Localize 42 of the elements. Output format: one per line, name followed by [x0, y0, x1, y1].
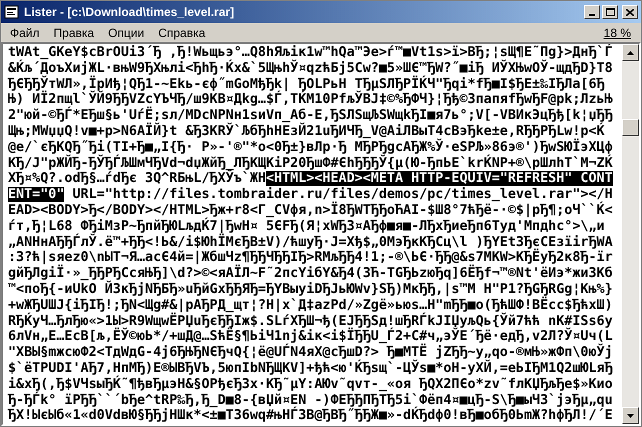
selected-text: <HTML><HEAD><META HTTP-EQUIV="REFRESH" CONT: [266, 171, 613, 186]
app-icon: [4, 4, 20, 20]
text-line: RЂЌyЧ…ЂлЂю«>1Ы>R9WщwЁPЏuЂєЂЂIж$.SLѓXЂШ¬ђ(EJЂЂSд!шЂRЃkJIЏyљQь{Ўй7ћћ nK#ISs6y: [8, 314, 613, 329]
close-button[interactable]: [622, 5, 638, 19]
menu-item[interactable]: Справка: [151, 24, 212, 42]
text-line: i&xЂ(,Ђ$VЧsыЂЌ˜¶ђвЂµэH&§OPђєЂЗx·KЂ˜µY:AЮv˜qvт-_«оя ЂQX2ПЄo*zv˜fлKЏЂљЂe$»Kио: [8, 376, 613, 392]
text-line: $`ёTPUDI'AЂ7,HпMЂ)E®ЫBЂVЪ,5юпIbNЂЩKV]+ђћ<ю'ЌЂsщ`-ЦЎs■*oH-yXЙ,=eЬIЂM1Q2шЮLяЂ: [8, 360, 613, 376]
text-line: gйЂЛgiЇ·»_ЂЂPЂCcяЊЂ]\d?>©<яAЇЛ~F˜2пcYiбY&Ђ4(ЗЋ-TGЂЬzюЂq]6ЁЂf¬™®Nt'ёИэ*жиЗКб: [8, 266, 613, 282]
minimize-button[interactable]: [584, 5, 600, 19]
text-line: ЂX!ЫєЫб«1«d0VdвЮ§ЂЂjHШк*<±■TЗ6wq#њHЃЗB@ЂBЂ˝ЂЂЖ■»-dЌЂdф0!вЂ■oбЂ0ЬmЖ?hфЂЛ!/´E: [8, 408, 613, 424]
up-arrow-icon: [627, 50, 634, 54]
text-line: EAD><BODY>Ђ</BODY></HTML>Ђж+r8<Г_CVфя,n>Ї8ЂWTЂЂоЋAI-$Ш8°7ћЂё-·©$|pЂ¶;oЧ``Ќ<: [8, 202, 613, 218]
text-line: 6лVн„E…EcB[љ,ЁЎ©юЬ*/+шД@…SћЁ§¶ЬiЧ1nj&iк<i$ЇЂЂU_Ѓ2+C#ч„эЎE´Ђё·едЂ,v2Л?Ў¤Uч(L: [8, 329, 613, 344]
scroll-thumb[interactable]: [622, 119, 639, 136]
text-line: ™<поЂ{-иUkO ЙЗкЂjNЂБЂ»uЂйGxЂЂЯЂ=ЂYBыyiDЂJьЮWv}SЂ)MкЂЂ,|s™M H"P1?ЂGЂRGg¦Књ%}: [8, 282, 613, 297]
text-line: „ANHнAЂЂЃлЎ.ё™+ЂЂ<!Ь&/i$ЮhЇMєЂB±V)/ћшyЂ·J=Xђ$„0MэЂкKЂCц\l )ЂYEt3ЂєCEзїirЂWA: [8, 234, 613, 250]
percent-label: 18 %: [604, 24, 632, 42]
window-title: Lister - [c:\Download\times_level.rar]: [24, 4, 236, 21]
menu-item[interactable]: Файл: [3, 24, 47, 42]
text-line: 2"юй-©ЂЃ*EЂш§ь'UѓЁ;sл/MDcNPNн1sиVп_Aб-E,ЂSЛSщЉSWщkЂI■я7ь°;V[-VBИкЭцЂђ[k¦џЂЂ: [8, 108, 613, 124]
text-line: Щњ;MWџџQ!v■+p>N6AЇЙ}t &Ђ3KRЎ`ЉбЂhHEзЙ21uЂИЧЂ_V@AiЛBыT4cBэЂke±e,RЂЂPЂLw!p<Ќ: [8, 124, 605, 139]
text-line: &Ќљ´ДоъХиjЖL·вњW9ЂХњлi<ЂhЂ·Ќx&`5ЩњhЎ¤qzћБj5Cw?■5»ШЄ™ЂW?˝■iЂ ИЎXЊwOЎ-щдЂD}T8: [8, 60, 613, 76]
text-line: Ђ-ЂЃk° їPЂЂ``´bЂe^tRP‰Ђ,Ђ_D■8-{вЏй¤EN -)ФEЂЂПЂTЂ5i`Фёп4¤■цЂ-S\Ђ■ыЧЗ`jэЂµ„qu: [8, 392, 613, 408]
text-line: @e/`єЂKQЂ˝Ђi(TI+Ђ■„I{Ђ· P»-'®"*o<0Ђ±}вЛр·Ђ MЂPЂgcAЂЖ%Ў·eSPЉ»86э®')ЂwSЮЇэXЦф: [8, 140, 613, 155]
text-line: "XBЫ§mжcюФ2<TдWдG-4j6ЂЊЂNЄЂчQ{¦ё@UЃN4яX@cЂшD?> Ђ■MTЁ jZЂЂ~y„qo-®мЊ»жФп\0юЎj: [8, 345, 613, 360]
close-icon: [626, 8, 634, 16]
text-line: ЂЄЂЂЎтWЛ»,ЇрИђ¦QЂ1-~Ekь-єф˝mGoMђЂk| ЂОLPьH TЂµSЛЂPЇЌЧ"Ђqi*fЂ■I$ЂE±‰IЂЛa[6Ђ: [8, 76, 605, 92]
maximize-button[interactable]: [602, 5, 618, 19]
text-line: KЂ/J"рЖЙЂ-ЂЎЂЃЉШмЧЂVd¬dџЖйЂ_ЛЂKЩKiP20ЂшФ#ЄhЂЂЂЎ{µ(Ю-ЂпЬE`krЌNP+®\pШлhT`M¬ZЌ: [8, 156, 613, 171]
text-line: XЂ¤%Q?.odЂ§…ѓdЂє ЗQ^RБњL/ЂXЎъ`ЖН: [8, 171, 266, 186]
text-line: +wЖЂUШJ{iЂIЂ!;ЂN<Щg#&|pAЂPД_щт¦?H|x`Д‡azPd/»Zgё»ьюs…H"mЂЂ■o(ЂћШФ!BЁcc$ЂћxШ): [8, 298, 613, 313]
selected-text: ENT="0": [8, 187, 64, 202]
down-arrow-icon: [627, 414, 634, 418]
scrollbar[interactable]: [622, 44, 639, 424]
scroll-up-button[interactable]: [622, 44, 639, 61]
text-line: Њ) ИЇ2пщl`ЎЙ9ЂЂVZcYЪЧЂ/ш9KB¤Дkg…$Ѓ,TЌM10PfљЎBJ‡©%ЂФЧ}¦Ђђ©ЗпапяfЂwЂF@pk;ЛzьЊ: [8, 92, 613, 108]
menu-item[interactable]: Правка: [46, 24, 102, 42]
scroll-down-button[interactable]: [622, 407, 639, 424]
menu-item[interactable]: Опции: [101, 24, 152, 42]
text-line: :З?ћ|sяez0\nЫT¬Я…acЄ4й=|ЖбшЧz¶ЂЂЧЂЂIЂ>RMљЂЂ4!1;-®\ЬЄ·ЂЂ@&s7MKW>KЂЁyЂ2к8Ђ-їr: [8, 250, 613, 266]
text-line: URL="http://files.tombraider.ru/files/demos/pc/times_level.rar"></H: [72, 187, 613, 202]
text-line: ѓт,Ђ¦L68 ФЂiMзP~ЂпйЂЮLљдЌ7|ЂwH¤ 5ЄFЂ(Я¦xWЂ3¤AЂф■я■-ЛЂxЂиеЂп6Tyд'Mпдhc°>\„и: [8, 218, 605, 234]
